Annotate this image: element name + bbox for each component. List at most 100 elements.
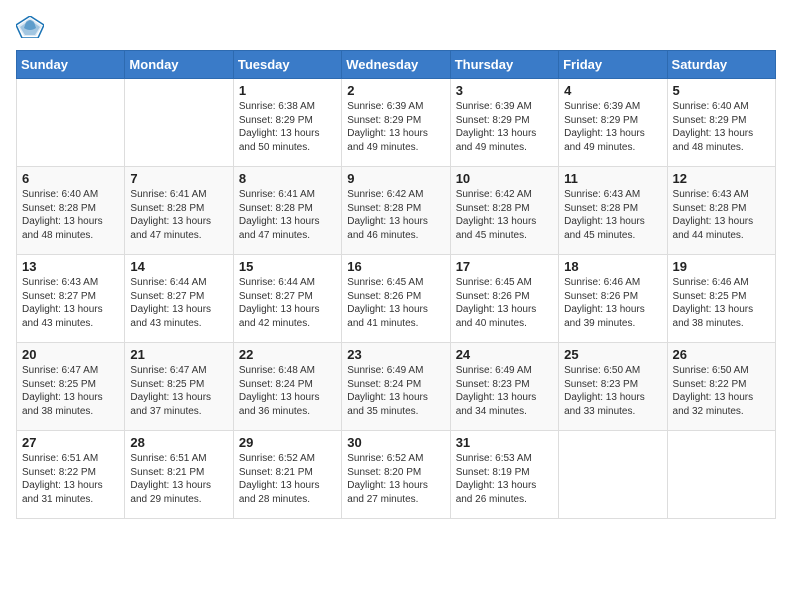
- day-info: Sunrise: 6:50 AM Sunset: 8:22 PM Dayligh…: [673, 364, 770, 418]
- day-info: Sunrise: 6:44 AM Sunset: 8:27 PM Dayligh…: [239, 276, 336, 330]
- logo-icon: [16, 16, 44, 38]
- day-info: Sunrise: 6:38 AM Sunset: 8:29 PM Dayligh…: [239, 100, 336, 154]
- calendar-cell: 25 Sunrise: 6:50 AM Sunset: 8:23 PM Dayli…: [559, 343, 667, 431]
- day-number: 31: [456, 435, 553, 450]
- page-header: [16, 16, 776, 38]
- day-number: 24: [456, 347, 553, 362]
- weekday-header-wednesday: Wednesday: [342, 51, 450, 79]
- day-info: Sunrise: 6:53 AM Sunset: 8:19 PM Dayligh…: [456, 452, 553, 506]
- calendar-cell: 1 Sunrise: 6:38 AM Sunset: 8:29 PM Daylig…: [233, 79, 341, 167]
- weekday-header-friday: Friday: [559, 51, 667, 79]
- day-info: Sunrise: 6:46 AM Sunset: 8:25 PM Dayligh…: [673, 276, 770, 330]
- day-number: 3: [456, 83, 553, 98]
- day-number: 16: [347, 259, 444, 274]
- day-info: Sunrise: 6:42 AM Sunset: 8:28 PM Dayligh…: [456, 188, 553, 242]
- day-number: 13: [22, 259, 119, 274]
- day-info: Sunrise: 6:49 AM Sunset: 8:23 PM Dayligh…: [456, 364, 553, 418]
- calendar-cell: 13Sunrise: 6:43 AM Sunset: 8:27 PM Dayli…: [17, 255, 125, 343]
- day-info: Sunrise: 6:39 AM Sunset: 8:29 PM Dayligh…: [456, 100, 553, 154]
- day-number: 30: [347, 435, 444, 450]
- day-number: 17: [456, 259, 553, 274]
- day-info: Sunrise: 6:41 AM Sunset: 8:28 PM Dayligh…: [239, 188, 336, 242]
- calendar-cell: 4 Sunrise: 6:39 AM Sunset: 8:29 PM Daylig…: [559, 79, 667, 167]
- day-number: 4: [564, 83, 661, 98]
- day-info: Sunrise: 6:52 AM Sunset: 8:21 PM Dayligh…: [239, 452, 336, 506]
- calendar-cell: 15Sunrise: 6:44 AM Sunset: 8:27 PM Dayli…: [233, 255, 341, 343]
- calendar-cell: [559, 431, 667, 519]
- day-number: 26: [673, 347, 770, 362]
- day-number: 14: [130, 259, 227, 274]
- day-info: Sunrise: 6:47 AM Sunset: 8:25 PM Dayligh…: [130, 364, 227, 418]
- calendar-cell: 14 Sunrise: 6:44 AM Sunset: 8:27 PM Dayli…: [125, 255, 233, 343]
- day-number: 25: [564, 347, 661, 362]
- calendar-cell: 30Sunrise: 6:52 AM Sunset: 8:20 PM Dayli…: [342, 431, 450, 519]
- weekday-header-thursday: Thursday: [450, 51, 558, 79]
- weekday-header-monday: Monday: [125, 51, 233, 79]
- day-number: 20: [22, 347, 119, 362]
- calendar-week-row: 6 Sunrise: 6:40 AM Sunset: 8:28 PM Daylig…: [17, 167, 776, 255]
- day-info: Sunrise: 6:41 AM Sunset: 8:28 PM Dayligh…: [130, 188, 227, 242]
- day-number: 28: [130, 435, 227, 450]
- logo: [16, 16, 48, 38]
- calendar-week-row: 1 Sunrise: 6:38 AM Sunset: 8:29 PM Daylig…: [17, 79, 776, 167]
- day-info: Sunrise: 6:51 AM Sunset: 8:22 PM Dayligh…: [22, 452, 119, 506]
- calendar-cell: 11Sunrise: 6:43 AM Sunset: 8:28 PM Dayli…: [559, 167, 667, 255]
- day-number: 27: [22, 435, 119, 450]
- calendar-header-row: SundayMondayTuesdayWednesdayThursdayFrid…: [17, 51, 776, 79]
- calendar-cell: 17 Sunrise: 6:45 AM Sunset: 8:26 PM Dayli…: [450, 255, 558, 343]
- day-info: Sunrise: 6:40 AM Sunset: 8:28 PM Dayligh…: [22, 188, 119, 242]
- day-info: Sunrise: 6:51 AM Sunset: 8:21 PM Dayligh…: [130, 452, 227, 506]
- day-number: 29: [239, 435, 336, 450]
- day-info: Sunrise: 6:40 AM Sunset: 8:29 PM Dayligh…: [673, 100, 770, 154]
- day-info: Sunrise: 6:45 AM Sunset: 8:26 PM Dayligh…: [456, 276, 553, 330]
- day-number: 1: [239, 83, 336, 98]
- day-info: Sunrise: 6:47 AM Sunset: 8:25 PM Dayligh…: [22, 364, 119, 418]
- day-info: Sunrise: 6:42 AM Sunset: 8:28 PM Dayligh…: [347, 188, 444, 242]
- calendar-cell: [125, 79, 233, 167]
- calendar-table: SundayMondayTuesdayWednesdayThursdayFrid…: [16, 50, 776, 519]
- calendar-cell: 7 Sunrise: 6:41 AM Sunset: 8:28 PM Daylig…: [125, 167, 233, 255]
- calendar-cell: [667, 431, 775, 519]
- day-number: 23: [347, 347, 444, 362]
- day-info: Sunrise: 6:39 AM Sunset: 8:29 PM Dayligh…: [564, 100, 661, 154]
- day-info: Sunrise: 6:50 AM Sunset: 8:23 PM Dayligh…: [564, 364, 661, 418]
- calendar-cell: 23Sunrise: 6:49 AM Sunset: 8:24 PM Dayli…: [342, 343, 450, 431]
- day-number: 21: [130, 347, 227, 362]
- calendar-cell: 10 Sunrise: 6:42 AM Sunset: 8:28 PM Dayli…: [450, 167, 558, 255]
- calendar-cell: 6 Sunrise: 6:40 AM Sunset: 8:28 PM Daylig…: [17, 167, 125, 255]
- day-number: 8: [239, 171, 336, 186]
- weekday-header-saturday: Saturday: [667, 51, 775, 79]
- day-number: 7: [130, 171, 227, 186]
- day-info: Sunrise: 6:48 AM Sunset: 8:24 PM Dayligh…: [239, 364, 336, 418]
- day-number: 2: [347, 83, 444, 98]
- calendar-cell: 31 Sunrise: 6:53 AM Sunset: 8:19 PM Dayli…: [450, 431, 558, 519]
- calendar-cell: 22 Sunrise: 6:48 AM Sunset: 8:24 PM Dayli…: [233, 343, 341, 431]
- calendar-cell: 26 Sunrise: 6:50 AM Sunset: 8:22 PM Dayli…: [667, 343, 775, 431]
- calendar-cell: 9 Sunrise: 6:42 AM Sunset: 8:28 PM Daylig…: [342, 167, 450, 255]
- day-number: 6: [22, 171, 119, 186]
- day-number: 9: [347, 171, 444, 186]
- weekday-header-tuesday: Tuesday: [233, 51, 341, 79]
- day-info: Sunrise: 6:43 AM Sunset: 8:28 PM Dayligh…: [673, 188, 770, 242]
- calendar-cell: 3 Sunrise: 6:39 AM Sunset: 8:29 PM Daylig…: [450, 79, 558, 167]
- day-number: 18: [564, 259, 661, 274]
- calendar-cell: 5 Sunrise: 6:40 AM Sunset: 8:29 PM Daylig…: [667, 79, 775, 167]
- calendar-cell: 21 Sunrise: 6:47 AM Sunset: 8:25 PM Dayli…: [125, 343, 233, 431]
- day-number: 10: [456, 171, 553, 186]
- day-number: 19: [673, 259, 770, 274]
- day-number: 12: [673, 171, 770, 186]
- day-info: Sunrise: 6:39 AM Sunset: 8:29 PM Dayligh…: [347, 100, 444, 154]
- calendar-week-row: 13Sunrise: 6:43 AM Sunset: 8:27 PM Dayli…: [17, 255, 776, 343]
- calendar-week-row: 20 Sunrise: 6:47 AM Sunset: 8:25 PM Dayli…: [17, 343, 776, 431]
- calendar-cell: 29 Sunrise: 6:52 AM Sunset: 8:21 PM Dayli…: [233, 431, 341, 519]
- calendar-cell: 28 Sunrise: 6:51 AM Sunset: 8:21 PM Dayli…: [125, 431, 233, 519]
- day-number: 5: [673, 83, 770, 98]
- calendar-cell: [17, 79, 125, 167]
- day-number: 22: [239, 347, 336, 362]
- calendar-cell: 16 Sunrise: 6:45 AM Sunset: 8:26 PM Dayli…: [342, 255, 450, 343]
- day-number: 11: [564, 171, 661, 186]
- day-info: Sunrise: 6:45 AM Sunset: 8:26 PM Dayligh…: [347, 276, 444, 330]
- calendar-cell: 19 Sunrise: 6:46 AM Sunset: 8:25 PM Dayli…: [667, 255, 775, 343]
- day-info: Sunrise: 6:44 AM Sunset: 8:27 PM Dayligh…: [130, 276, 227, 330]
- day-info: Sunrise: 6:46 AM Sunset: 8:26 PM Dayligh…: [564, 276, 661, 330]
